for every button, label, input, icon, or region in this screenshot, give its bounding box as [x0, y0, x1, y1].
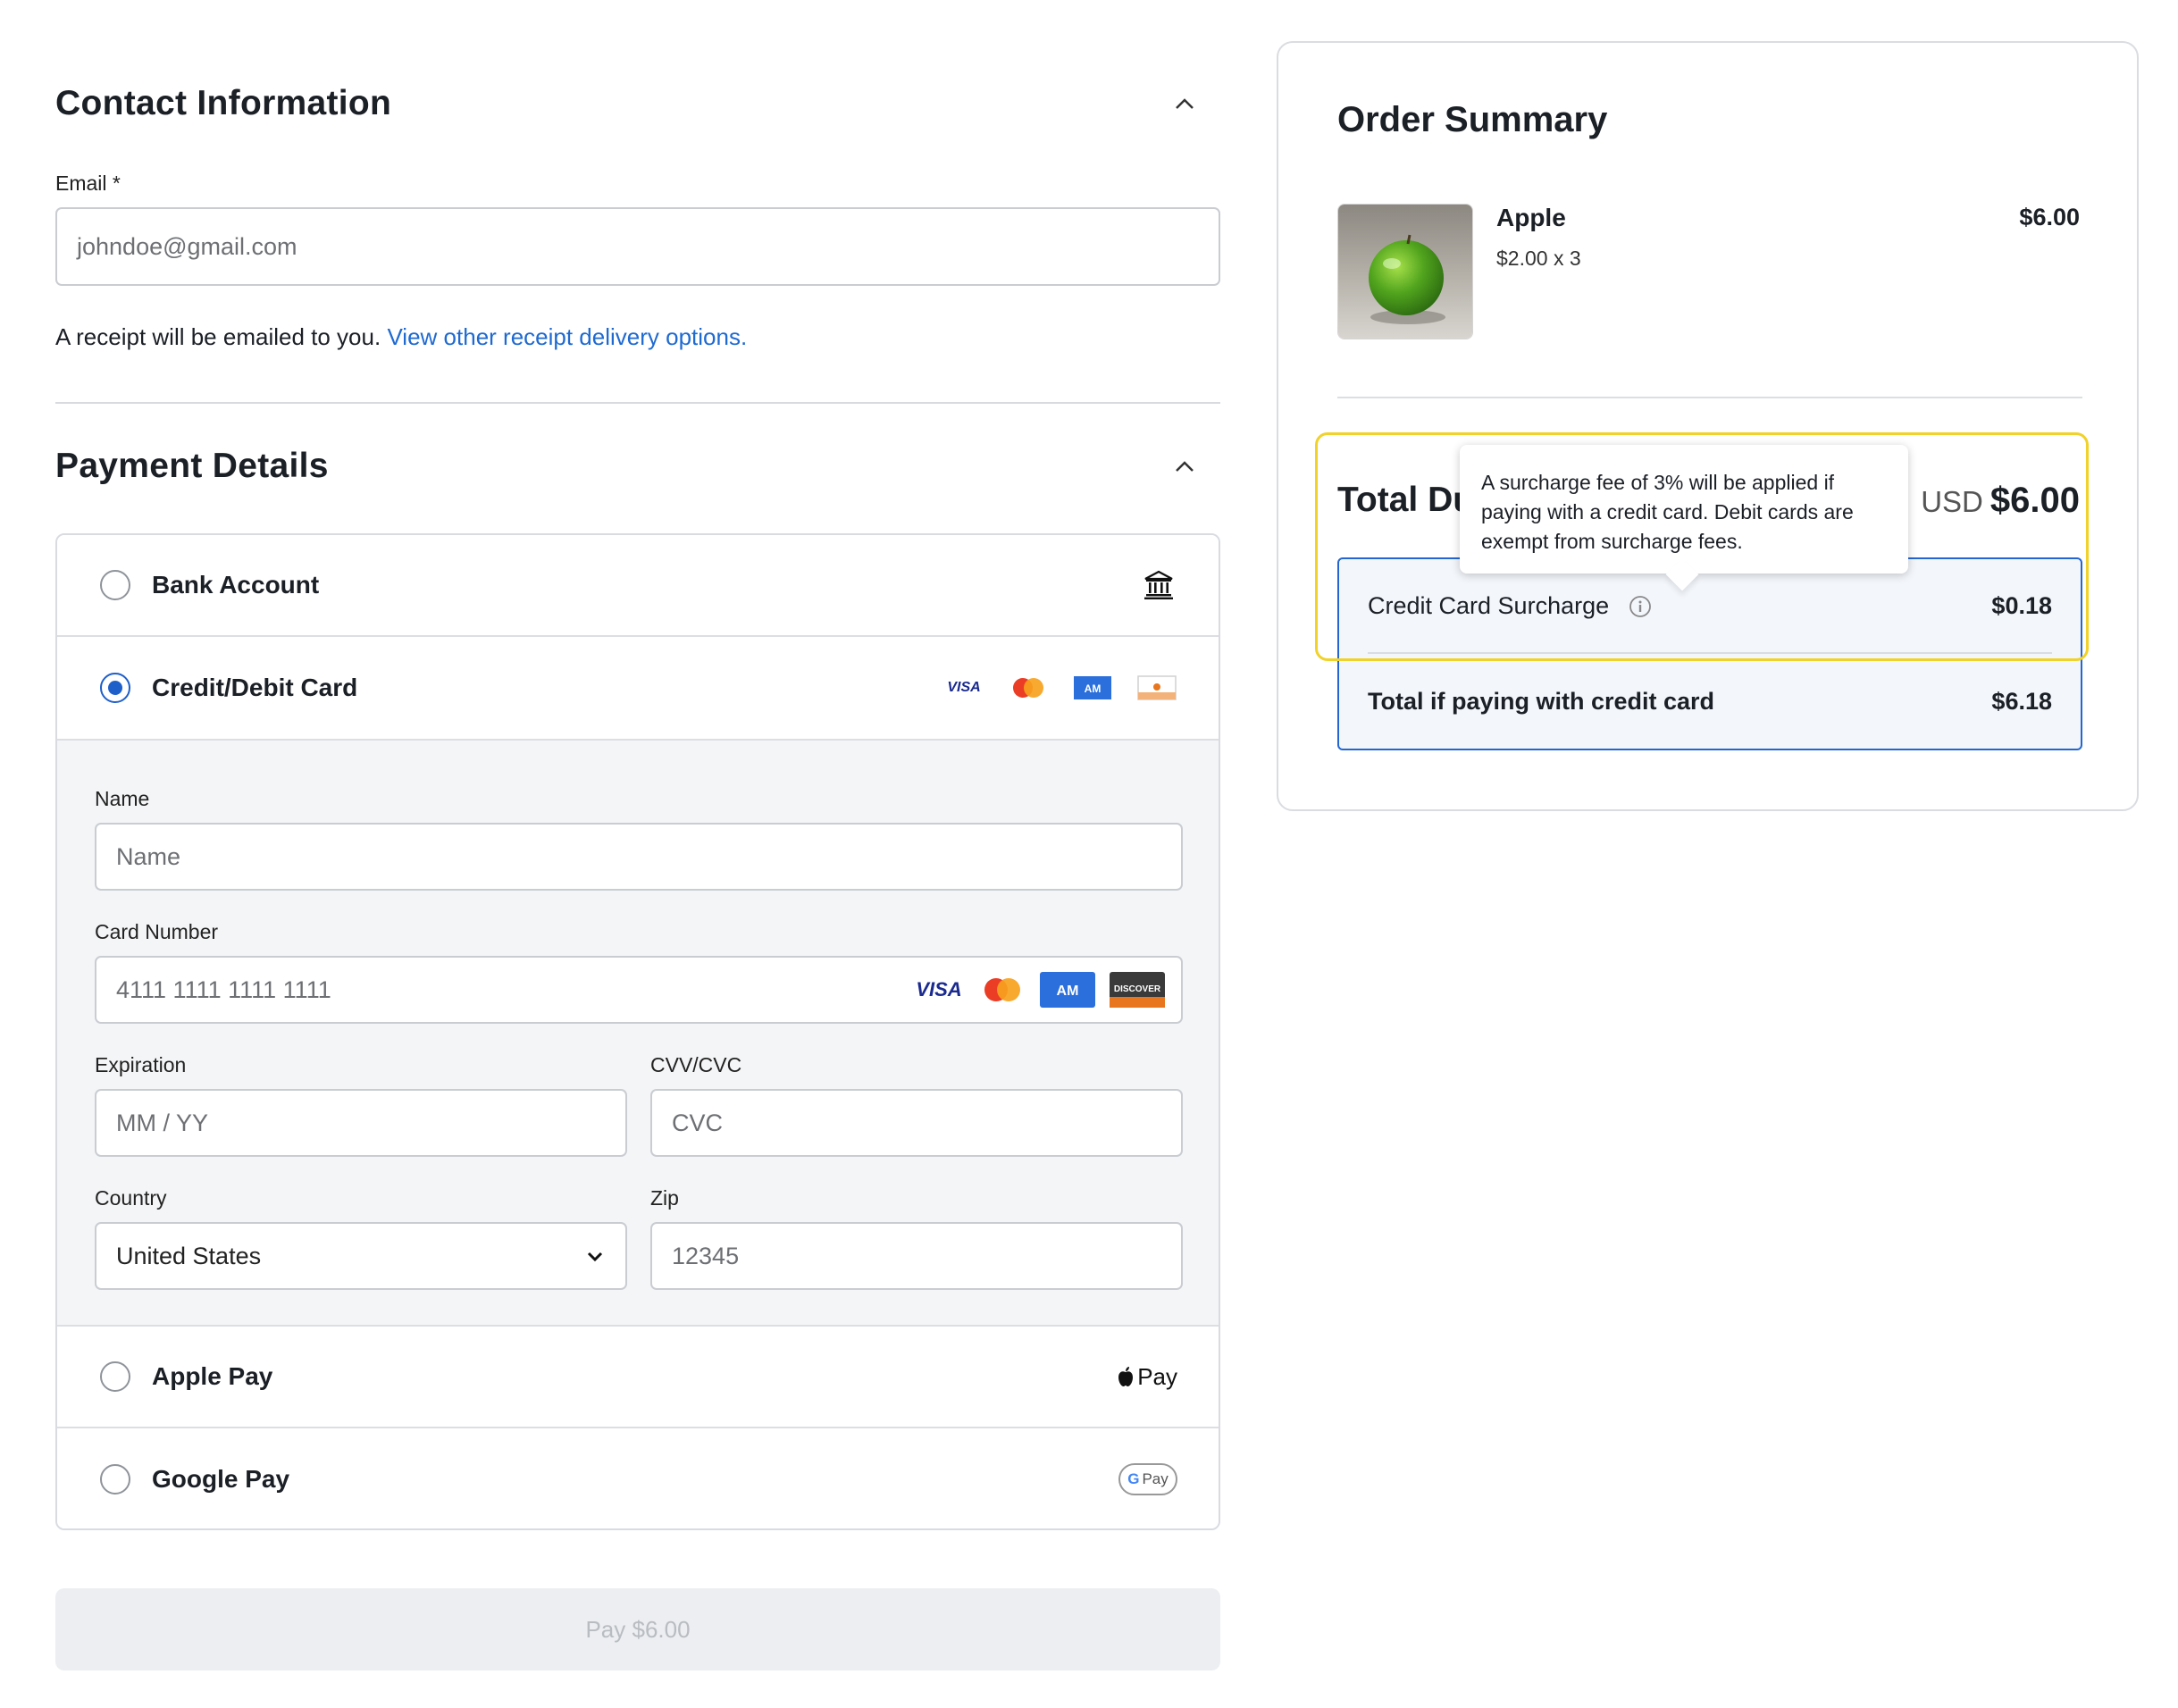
amex-icon: AM: [1074, 676, 1111, 699]
chevron-down-icon: [587, 1252, 603, 1262]
visa-icon: VISA: [916, 978, 962, 1001]
payment-method-google-pay[interactable]: Google Pay G Pay: [57, 1428, 1219, 1528]
payment-methods: Bank Account Credit/Debit Card VISA AM N…: [55, 533, 1220, 1530]
credit-total-row: Total if paying with credit card $6.18: [1368, 654, 2052, 749]
currency-code: USD: [1921, 485, 1983, 518]
product-quantity: $2.00 x 3: [1496, 247, 1581, 270]
zip-label: Zip: [650, 1186, 679, 1210]
order-summary: Order Summary Apple $2.00 x 3 $6.00 Tota…: [1277, 41, 2139, 811]
name-field[interactable]: Name: [95, 823, 1183, 891]
apple-pay-label: Apple Pay: [152, 1362, 273, 1390]
total-due-value: $6.00: [1990, 481, 2080, 520]
summary-title: Order Summary: [1337, 100, 1608, 139]
apple-image: [1338, 205, 1472, 339]
apple-pay-icon: Pay: [1117, 1363, 1177, 1391]
name-placeholder: Name: [116, 842, 181, 870]
cvv-label: CVV/CVC: [650, 1053, 742, 1076]
card-number-brands: VISA AM DISCOVER: [913, 972, 1165, 1008]
product-price: $6.00: [2019, 204, 2080, 230]
mastercard-icon: [1013, 678, 1043, 698]
receipt-options-link[interactable]: View other receipt delivery options.: [387, 323, 747, 350]
product-image: [1337, 204, 1473, 339]
mastercard-icon: [984, 978, 1020, 1001]
expiration-field[interactable]: MM / YY: [95, 1089, 627, 1157]
surcharge-label: Credit Card Surcharge: [1368, 591, 1610, 619]
receipt-note: A receipt will be emailed to you. View o…: [55, 323, 747, 351]
surcharge-amount: $0.18: [1991, 591, 2052, 619]
receipt-text: A receipt will be emailed to you.: [55, 323, 381, 350]
info-icon[interactable]: [1629, 595, 1652, 618]
surcharge-box: Credit Card Surcharge $0.18 Total if pay…: [1337, 557, 2082, 750]
card-number-placeholder: 4111 1111 1111 1111: [116, 975, 331, 1003]
google-pay-radio[interactable]: [100, 1464, 130, 1494]
svg-text:AM: AM: [1057, 984, 1079, 999]
amex-icon: AM: [1040, 972, 1095, 1008]
email-field[interactable]: johndoe@gmail.com: [55, 207, 1220, 286]
expiration-placeholder: MM / YY: [116, 1109, 209, 1136]
credit-total-amount: $6.18: [1991, 687, 2052, 715]
card-number-field[interactable]: 4111 1111 1111 1111 VISA AM DISCOVER: [95, 956, 1183, 1024]
surcharge-label-wrap: Credit Card Surcharge: [1368, 592, 1652, 620]
payment-method-bank[interactable]: Bank Account: [57, 535, 1219, 637]
country-label: Country: [95, 1186, 167, 1210]
surcharge-tooltip: A surcharge fee of 3% will be applied if…: [1460, 445, 1908, 574]
google-pay-icon: G Pay: [1118, 1463, 1177, 1495]
apple-pay-text: Pay: [1137, 1362, 1177, 1390]
apple-pay-radio[interactable]: [100, 1361, 130, 1392]
bank-label: Bank Account: [152, 571, 320, 599]
google-pay-text: Pay: [1142, 1470, 1169, 1487]
bank-radio[interactable]: [100, 570, 130, 600]
svg-text:AM: AM: [1085, 682, 1102, 695]
chevron-up-icon[interactable]: [1167, 448, 1202, 484]
contact-title: Contact Information: [55, 84, 392, 122]
discover-text: DISCOVER: [1114, 984, 1161, 994]
payment-title: Payment Details: [55, 447, 329, 485]
total-due-label: Total Du: [1337, 481, 1475, 519]
contact-section-header[interactable]: Contact Information: [55, 77, 1220, 130]
card-brands: VISA AM: [943, 674, 1177, 701]
total-due-amount: USD $6.00: [1921, 481, 2080, 521]
email-value: johndoe@gmail.com: [77, 232, 297, 260]
zip-field[interactable]: 12345: [650, 1222, 1183, 1290]
cvv-field[interactable]: CVC: [650, 1089, 1183, 1157]
payment-method-card[interactable]: Credit/Debit Card VISA AM: [57, 637, 1219, 741]
summary-divider: [1337, 397, 2082, 398]
discover-icon: DISCOVER: [1110, 972, 1165, 1008]
country-value: United States: [116, 1242, 262, 1269]
credit-total-label: Total if paying with credit card: [1368, 687, 1715, 715]
pay-button[interactable]: Pay $6.00: [55, 1588, 1220, 1670]
apple-logo-icon: [1118, 1367, 1134, 1386]
name-label: Name: [95, 787, 150, 810]
expiration-label: Expiration: [95, 1053, 187, 1076]
visa-icon: VISA: [947, 680, 981, 695]
card-radio[interactable]: [100, 673, 130, 703]
section-divider: [55, 402, 1220, 404]
discover-icon: [1137, 675, 1177, 700]
card-number-label: Card Number: [95, 920, 219, 943]
card-label: Credit/Debit Card: [152, 674, 358, 701]
google-pay-label: Google Pay: [152, 1465, 290, 1493]
cvv-placeholder: CVC: [672, 1109, 724, 1136]
zip-placeholder: 12345: [672, 1242, 740, 1269]
chevron-up-icon[interactable]: [1167, 86, 1202, 121]
email-label: Email *: [55, 172, 121, 195]
product-name: Apple: [1496, 204, 1566, 231]
country-select[interactable]: United States: [95, 1222, 627, 1290]
payment-method-apple-pay[interactable]: Apple Pay Pay: [57, 1327, 1219, 1428]
bank-icon: [1144, 570, 1173, 599]
card-form: Name Name Card Number 4111 1111 1111 111…: [57, 741, 1219, 1327]
payment-section-header[interactable]: Payment Details: [55, 440, 1220, 493]
google-g-icon: G: [1127, 1470, 1140, 1487]
